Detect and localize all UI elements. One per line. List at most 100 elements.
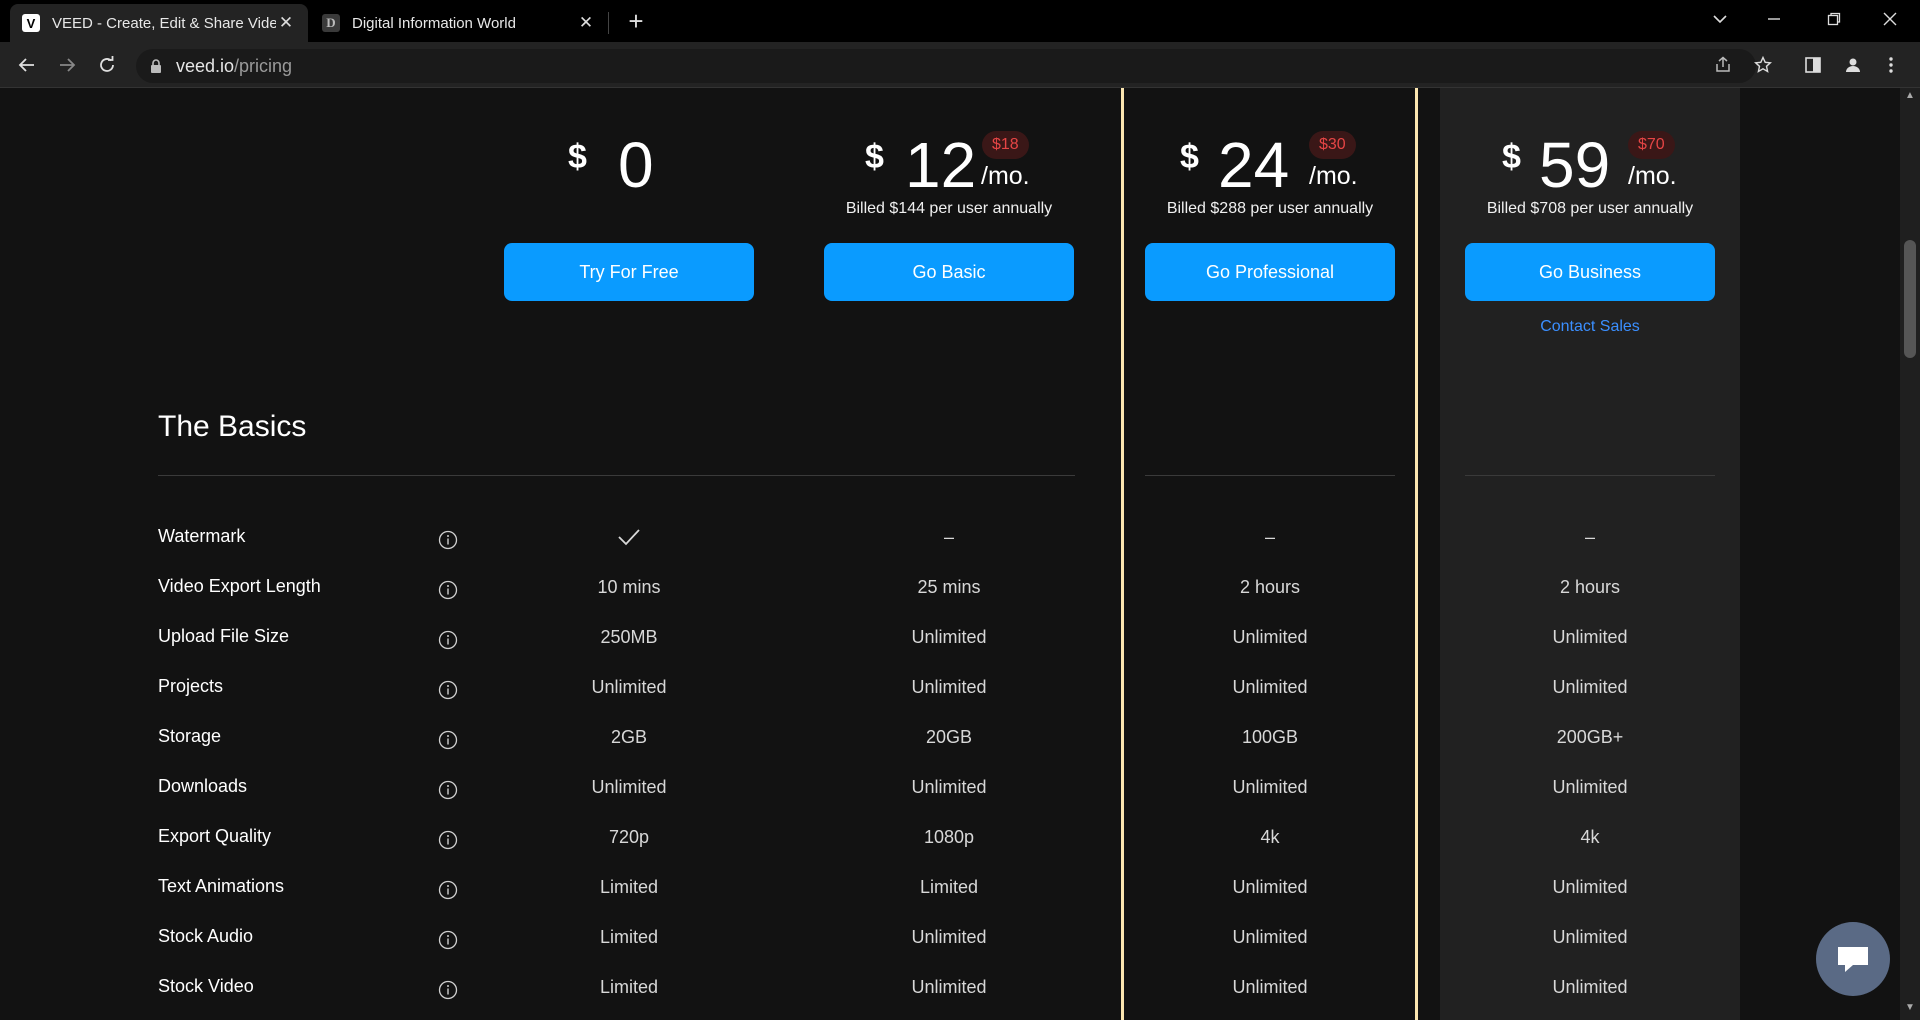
feature-value: Unlimited [911, 627, 987, 647]
feature-value: 4k [1580, 827, 1600, 847]
feature-value: Unlimited [1232, 977, 1308, 997]
info-icon[interactable] [438, 680, 458, 700]
section-title: The Basics [158, 410, 307, 443]
go-professional-button[interactable]: Go Professional [1145, 243, 1395, 301]
go-business-button[interactable]: Go Business [1465, 243, 1715, 301]
close-tab-icon[interactable]: ✕ [276, 13, 296, 33]
plan-free: $ 0 Try For Free [504, 88, 754, 301]
feature-row: Stock Audio Limited Unlimited Unlimited Unli… [0, 926, 1900, 976]
profile-icon[interactable] [1838, 50, 1868, 80]
url-domain: veed.io [176, 55, 235, 76]
info-icon[interactable] [438, 980, 458, 1000]
page-scrollbar[interactable]: ▲ ▼ [1900, 88, 1920, 1020]
forward-icon[interactable] [52, 50, 82, 80]
feature-value: Unlimited [591, 777, 667, 797]
plan-price: 12 [905, 129, 977, 201]
plan-price: 59 [1539, 129, 1611, 201]
currency-symbol: $ [865, 138, 884, 176]
feature-label: Stock Audio [158, 926, 254, 946]
feature-label: Downloads [158, 776, 248, 796]
feature-value: Unlimited [1232, 877, 1308, 897]
contact-sales-link[interactable]: Contact Sales [1465, 318, 1715, 336]
chat-widget-button[interactable] [1816, 922, 1890, 996]
share-icon[interactable] [1708, 50, 1738, 80]
per-month-label: /mo. [1628, 162, 1677, 190]
feature-value: 2GB [610, 727, 648, 747]
info-icon[interactable] [438, 580, 458, 600]
feature-value: – [943, 527, 954, 547]
feature-row: Projects Unlimited Unlimited Unlimited Unlim… [0, 676, 1900, 726]
feature-value: Unlimited [1232, 677, 1308, 697]
diw-favicon: D [322, 14, 340, 32]
close-window-icon[interactable] [1862, 0, 1918, 38]
try-for-free-button[interactable]: Try For Free [504, 243, 754, 301]
new-tab-button[interactable]: + [622, 6, 650, 36]
feature-row: Text Animations Limited Limited Unlimited Un… [0, 876, 1900, 926]
address-bar[interactable]: veed.io/pricing [136, 49, 1756, 83]
restore-icon[interactable] [1806, 0, 1862, 38]
feature-value: Unlimited [911, 977, 987, 997]
feature-label: Storage [158, 726, 222, 746]
veed-favicon: V [22, 14, 40, 32]
tab-title: VEED - Create, Edit & Share Videos [52, 14, 276, 32]
info-icon[interactable] [438, 930, 458, 950]
reload-icon[interactable] [92, 50, 122, 80]
feature-value: 25 mins [917, 577, 981, 597]
scroll-down-icon[interactable]: ▼ [1900, 1002, 1920, 1018]
info-icon[interactable] [438, 730, 458, 750]
feature-value: Unlimited [1552, 627, 1628, 647]
feature-value: 720p [608, 827, 650, 847]
original-price-badge: $30 [1309, 131, 1356, 159]
feature-value: 250MB [600, 627, 658, 647]
menu-dots-icon[interactable] [1876, 50, 1906, 80]
per-month-label: /mo. [1309, 162, 1358, 190]
scrollbar-thumb[interactable] [1904, 240, 1916, 358]
info-icon[interactable] [438, 780, 458, 800]
feature-value: Unlimited [1232, 777, 1308, 797]
go-basic-button[interactable]: Go Basic [824, 243, 1074, 301]
side-panel-icon[interactable] [1798, 50, 1828, 80]
feature-value: Limited [599, 977, 659, 997]
browser-toolbar: veed.io/pricing [0, 42, 1920, 88]
feature-value: – [1584, 527, 1595, 547]
feature-row: Downloads Unlimited Unlimited Unlimited Unli… [0, 776, 1900, 826]
feature-value: Unlimited [1552, 677, 1628, 697]
info-icon[interactable] [438, 830, 458, 850]
close-tab-icon[interactable]: ✕ [576, 13, 596, 33]
feature-value: Unlimited [1552, 777, 1628, 797]
feature-label: Stock Video [158, 976, 254, 996]
feature-value: Unlimited [911, 777, 987, 797]
plan-professional: $ 24 $30 /mo. Billed $288 per user annua… [1145, 88, 1395, 301]
feature-value: 10 mins [597, 577, 661, 597]
minimize-icon[interactable] [1746, 0, 1802, 38]
feature-value: Unlimited [911, 677, 987, 697]
billing-note: Billed $288 per user annually [1166, 200, 1374, 217]
feature-value: 1080p [923, 827, 975, 847]
tab-search-icon[interactable] [1692, 0, 1748, 38]
billing-note: Billed $144 per user annually [845, 200, 1053, 217]
bookmark-star-icon[interactable] [1748, 50, 1778, 80]
feature-row: Watermark – – – [0, 526, 1900, 576]
section-divider-professional [1145, 475, 1395, 476]
feature-value: – [1264, 527, 1275, 547]
feature-value: 2 hours [1559, 577, 1621, 597]
url-path: /pricing [234, 55, 293, 76]
feature-value: Limited [919, 877, 979, 897]
feature-label: Upload File Size [158, 626, 290, 646]
feature-value: 2 hours [1239, 577, 1301, 597]
tab-strip: V VEED - Create, Edit & Share Videos ✕ D… [0, 0, 1920, 42]
feature-value: 20GB [925, 727, 973, 747]
pricing-page: $ 0 Try For Free $ 12 $18 /mo. Billed $1… [0, 88, 1900, 1020]
info-icon[interactable] [438, 530, 458, 550]
feature-value: Unlimited [911, 927, 987, 947]
plan-business: $ 59 $70 /mo. Billed $708 per user annua… [1465, 88, 1715, 335]
info-icon[interactable] [438, 880, 458, 900]
scroll-up-icon[interactable]: ▲ [1900, 90, 1920, 106]
info-icon[interactable] [438, 630, 458, 650]
check-icon [504, 527, 754, 552]
original-price-badge: $70 [1628, 131, 1675, 159]
back-icon[interactable] [12, 50, 42, 80]
tab-veed[interactable]: V VEED - Create, Edit & Share Videos ✕ [10, 4, 308, 42]
currency-symbol: $ [568, 138, 587, 176]
tab-digital-information-world[interactable]: D Digital Information World ✕ [310, 4, 608, 42]
